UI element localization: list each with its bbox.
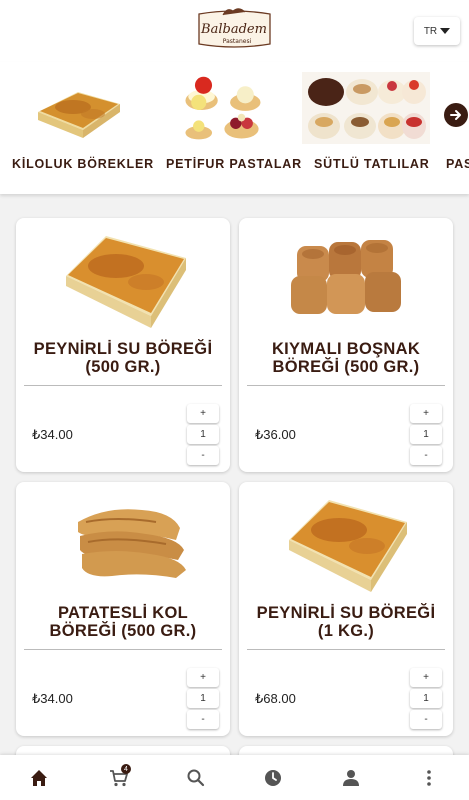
arrow-right-icon	[450, 110, 461, 120]
caret-down-icon	[440, 28, 451, 34]
logo-subtext: Pastanesi	[223, 38, 252, 45]
product-image	[78, 509, 186, 578]
decrement-button[interactable]: -	[410, 446, 442, 465]
category-item[interactable]: SÜTLÜ TATLILAR	[290, 62, 430, 194]
divider	[247, 649, 445, 650]
nav-more[interactable]	[418, 767, 440, 789]
product-price: ₺34.00	[32, 691, 73, 706]
decrement-button[interactable]: -	[187, 710, 219, 729]
quantity-field[interactable]: 1	[187, 689, 219, 708]
scroll-right-button[interactable]	[444, 103, 468, 127]
account-icon	[343, 770, 359, 786]
home-icon	[31, 770, 47, 786]
nav-cart[interactable]: 4	[108, 764, 131, 789]
product-title: PEYNİRLİ SU BÖREĞİ (500 GR.)	[33, 340, 213, 376]
product-card[interactable]: KIYMALI BOŞNAK BÖREĞİ (500 GR.) ₺36.00 +…	[239, 218, 453, 472]
quantity-field[interactable]: 1	[187, 425, 219, 444]
decrement-button[interactable]: -	[410, 710, 442, 729]
product-title: PEYNİRLİ SU BÖREĞİ (1 KG.)	[256, 604, 436, 640]
petifur-image	[185, 76, 261, 140]
product-image	[66, 236, 186, 328]
quantity-stepper: + 1 -	[410, 404, 442, 467]
product-title: PATATESLİ KOL BÖREĞİ (500 GR.)	[49, 604, 197, 640]
quantity-stepper: + 1 -	[410, 668, 442, 731]
category-label: SÜTLÜ TATLILAR	[314, 157, 430, 171]
bottom-navigation: 4	[0, 755, 469, 800]
language-selector[interactable]: TR	[414, 17, 460, 45]
logo[interactable]: Balbadem Pastanesi	[193, 6, 276, 54]
increment-button[interactable]: +	[410, 404, 442, 423]
product-card[interactable]: PEYNİRLİ SU BÖREĞİ (1 KG.) ₺68.00 + 1 -	[239, 482, 453, 736]
category-label: PAS	[446, 157, 469, 171]
decrement-button[interactable]: -	[187, 446, 219, 465]
category-label: KİLOLUK BÖREKLER	[12, 157, 154, 171]
product-price: ₺36.00	[255, 427, 296, 442]
category-strip: KİLOLUK BÖREKLER PETİFUR PASTALAR SÜTLÜ …	[0, 62, 469, 194]
product-image	[291, 240, 401, 314]
nav-search[interactable]	[185, 767, 207, 789]
app-header: Balbadem Pastanesi TR	[0, 0, 469, 62]
search-icon	[187, 769, 205, 787]
nav-history[interactable]	[262, 767, 284, 789]
logo-text: Balbadem	[200, 22, 267, 37]
category-item[interactable]: PAS	[430, 62, 469, 194]
history-icon	[265, 770, 281, 786]
cart-count-badge: 4	[121, 764, 131, 774]
product-price: ₺34.00	[32, 427, 73, 442]
quantity-stepper: + 1 -	[187, 404, 219, 467]
quantity-stepper: + 1 -	[187, 668, 219, 731]
category-item[interactable]: KİLOLUK BÖREKLER	[0, 62, 153, 194]
nav-home[interactable]	[28, 767, 50, 789]
product-price: ₺68.00	[255, 691, 296, 706]
increment-button[interactable]: +	[187, 668, 219, 687]
increment-button[interactable]: +	[187, 404, 219, 423]
product-image	[289, 500, 407, 592]
nav-account[interactable]	[340, 767, 362, 789]
divider	[24, 385, 222, 386]
sutlu-tatli-image	[302, 72, 430, 144]
divider	[24, 649, 222, 650]
category-item[interactable]: PETİFUR PASTALAR	[150, 62, 301, 194]
category-label: PETİFUR PASTALAR	[166, 157, 302, 171]
increment-button[interactable]: +	[410, 668, 442, 687]
product-card[interactable]: PATATESLİ KOL BÖREĞİ (500 GR.) ₺34.00 + …	[16, 482, 230, 736]
divider	[247, 385, 445, 386]
product-card[interactable]: PEYNİRLİ SU BÖREĞİ (500 GR.) ₺34.00 + 1 …	[16, 218, 230, 472]
quantity-field[interactable]: 1	[410, 425, 442, 444]
quantity-field[interactable]: 1	[410, 689, 442, 708]
language-label: TR	[423, 25, 438, 37]
product-title: KIYMALI BOŞNAK BÖREĞİ (500 GR.)	[271, 340, 421, 376]
borek-image	[38, 92, 120, 138]
more-icon	[427, 770, 431, 786]
